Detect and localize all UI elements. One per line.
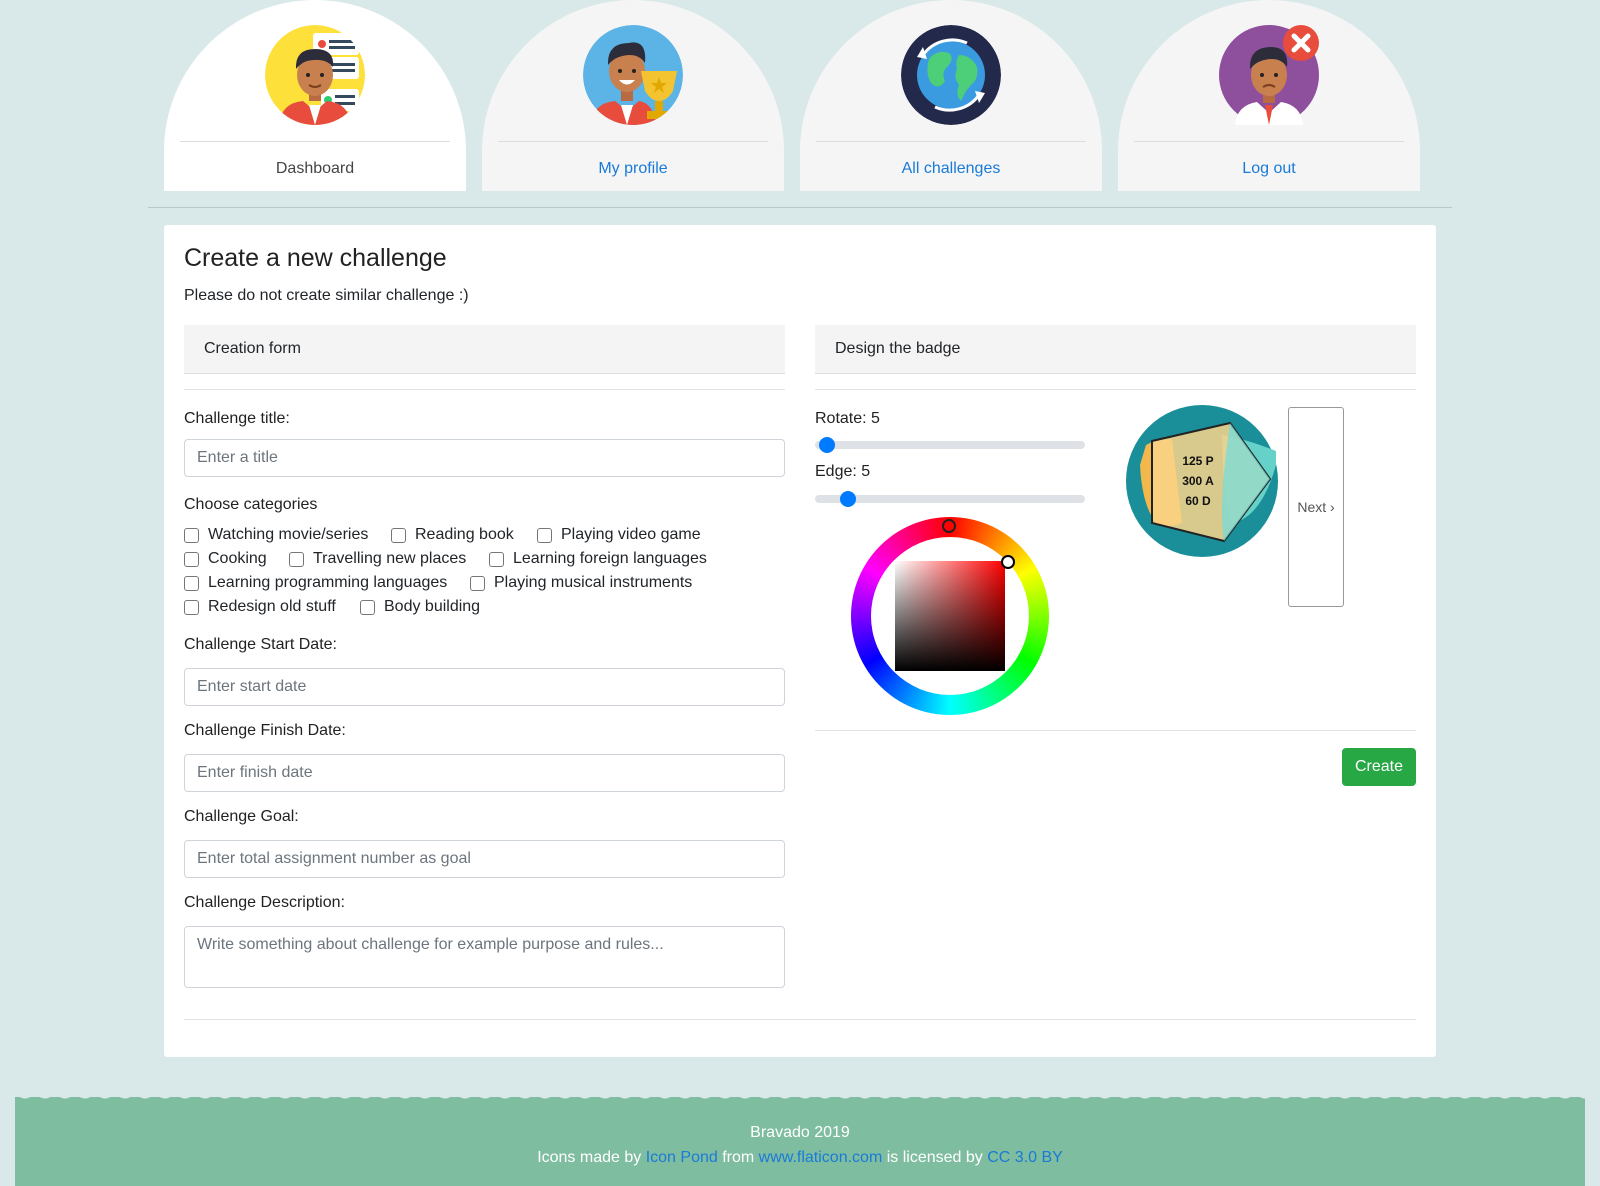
category-label: Learning programming languages	[208, 574, 448, 591]
badge-line-1: 125 P	[1182, 454, 1213, 468]
category-cooking[interactable]: Cooking	[184, 550, 267, 568]
checkbox[interactable]	[489, 551, 504, 567]
flaticon-link[interactable]: www.flaticon.com	[759, 1149, 883, 1166]
tab-label: Log out	[1242, 160, 1296, 177]
category-reading-book[interactable]: Reading book	[391, 526, 514, 544]
footer-credits: Icons made by Icon Pond from www.flatico…	[15, 1149, 1585, 1167]
next-badge-button[interactable]: Next ›	[1288, 407, 1344, 607]
goal-label: Challenge Goal:	[184, 808, 299, 825]
category-label: Playing musical instruments	[494, 574, 693, 591]
rotate-slider[interactable]	[815, 437, 1085, 453]
tab-my-profile[interactable]: My profile	[482, 0, 784, 191]
footer-wave-edge	[15, 1089, 1585, 1099]
form-divider	[184, 389, 785, 390]
title-label: Challenge title:	[184, 410, 290, 427]
create-button[interactable]: Create	[1342, 748, 1416, 786]
category-programming-languages[interactable]: Learning programming languages	[184, 574, 447, 592]
category-label: Watching movie/series	[208, 526, 369, 543]
category-label: Travelling new places	[313, 550, 467, 567]
category-body-building[interactable]: Body building	[360, 598, 480, 616]
creation-form-header: Creation form	[184, 325, 785, 374]
tab-label: Dashboard	[275, 160, 355, 177]
tab-divider	[1134, 141, 1404, 142]
categories-label: Choose categories	[184, 496, 318, 513]
logout-avatar-icon	[1219, 25, 1319, 125]
checkbox[interactable]	[360, 599, 375, 615]
goal-input[interactable]	[184, 840, 785, 878]
globe-icon	[901, 25, 1001, 125]
card-bottom-divider	[184, 1019, 1416, 1020]
checkbox[interactable]	[184, 575, 199, 591]
license-link[interactable]: CC 3.0 BY	[987, 1149, 1063, 1166]
footer: Bravado 2019 Icons made by Icon Pond fro…	[15, 1089, 1585, 1186]
color-picker[interactable]	[851, 517, 1049, 715]
credit-prefix: Icons made by	[537, 1149, 642, 1166]
checkbox[interactable]	[537, 527, 552, 543]
icon-author-link[interactable]: Icon Pond	[646, 1149, 718, 1166]
checkbox[interactable]	[184, 599, 199, 615]
badge-line-2: 300 A	[1182, 474, 1214, 488]
page-title: Create a new challenge	[184, 244, 447, 272]
category-redesign-old-stuff[interactable]: Redesign old stuff	[184, 598, 336, 616]
badge-preview: 125 P 300 A 60 D	[1126, 405, 1278, 557]
finish-date-label: Challenge Finish Date:	[184, 722, 346, 739]
checkbox[interactable]	[184, 527, 199, 543]
saturation-value-square[interactable]	[895, 561, 1005, 671]
finish-date-input[interactable]	[184, 754, 785, 792]
nav-divider	[148, 207, 1452, 208]
tab-label: My profile	[598, 160, 668, 177]
tab-dashboard[interactable]: Dashboard	[164, 0, 466, 191]
hue-handle[interactable]	[942, 519, 956, 533]
badge-divider	[815, 389, 1416, 390]
category-travelling[interactable]: Travelling new places	[289, 550, 466, 568]
title-input[interactable]	[184, 439, 785, 477]
description-textarea[interactable]	[184, 926, 785, 988]
edge-label: Edge: 5	[815, 463, 871, 480]
dashboard-avatar-icon	[265, 25, 365, 125]
category-label: Learning foreign languages	[513, 550, 707, 567]
checkbox[interactable]	[470, 575, 485, 591]
category-label: Playing video game	[561, 526, 701, 543]
checkbox[interactable]	[391, 527, 406, 543]
footer-brand: Bravado 2019	[750, 1124, 850, 1141]
theater-masks-badge-icon: 125 P 300 A 60 D	[1126, 405, 1278, 557]
rotate-label: Rotate: 5	[815, 410, 880, 427]
category-musical-instruments[interactable]: Playing musical instruments	[470, 574, 692, 592]
badge-line-3: 60 D	[1185, 494, 1211, 508]
category-label: Redesign old stuff	[208, 598, 336, 615]
rotate-slider-handle[interactable]	[819, 437, 835, 453]
create-challenge-card: Create a new challenge Please do not cre…	[164, 225, 1436, 1057]
tab-log-out[interactable]: Log out	[1118, 0, 1420, 191]
profile-trophy-avatar-icon	[583, 25, 683, 125]
badge-designer-header: Design the badge	[815, 325, 1416, 374]
description-label: Challenge Description:	[184, 894, 345, 911]
create-divider	[815, 730, 1416, 731]
category-foreign-languages[interactable]: Learning foreign languages	[489, 550, 707, 568]
category-label: Body building	[384, 598, 481, 615]
tab-all-challenges[interactable]: All challenges	[800, 0, 1102, 191]
credit-licensed: is licensed by	[886, 1149, 983, 1166]
category-watching-movie[interactable]: Watching movie/series	[184, 526, 368, 544]
tab-divider	[816, 141, 1086, 142]
checkbox[interactable]	[289, 551, 304, 567]
credit-from: from	[722, 1149, 755, 1166]
category-playing-video-game[interactable]: Playing video game	[537, 526, 701, 544]
page-subtitle: Please do not create similar challenge :…	[184, 287, 469, 304]
tab-divider	[180, 141, 450, 142]
edge-slider[interactable]	[815, 491, 1085, 507]
tab-divider	[498, 141, 768, 142]
start-date-label: Challenge Start Date:	[184, 636, 337, 653]
category-label: Cooking	[208, 550, 267, 567]
category-label: Reading book	[415, 526, 514, 543]
tab-label: All challenges	[901, 160, 1001, 177]
start-date-input[interactable]	[184, 668, 785, 706]
top-navigation: Dashboard My profile All challenges Log …	[0, 0, 1600, 210]
saturation-handle[interactable]	[1001, 555, 1015, 569]
checkbox[interactable]	[184, 551, 199, 567]
edge-slider-handle[interactable]	[840, 491, 856, 507]
